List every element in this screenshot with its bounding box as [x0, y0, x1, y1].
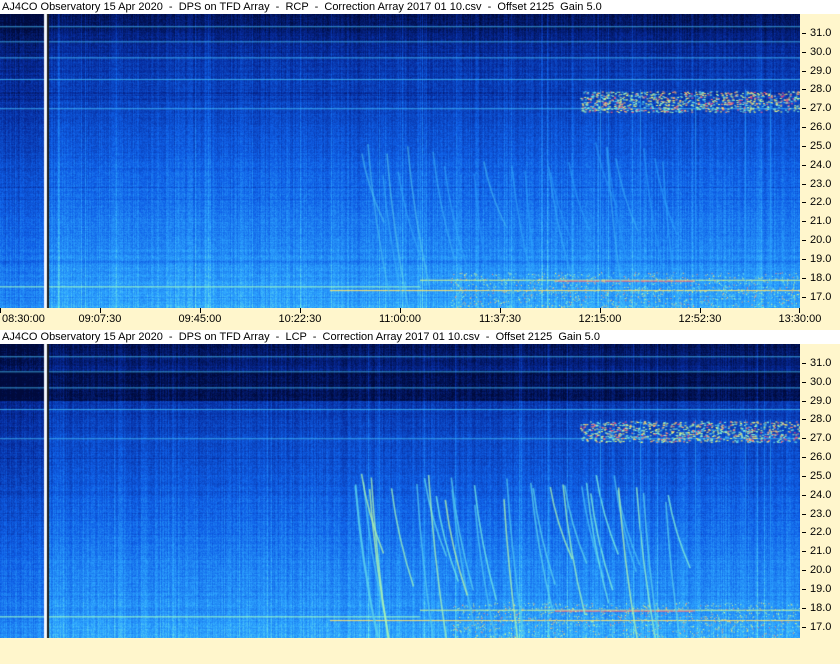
y-tick-label: 26.0: [810, 451, 832, 464]
x-tick: [0, 308, 1, 313]
y-tick: [802, 551, 806, 553]
y-tick-label: 29.0: [810, 394, 832, 407]
y-tick: [802, 127, 806, 129]
rcp-time-axis: 08:30:00 09:07:30 09:45:00 10:22:30 11:00:00…: [0, 308, 840, 330]
y-tick-label: 22.0: [810, 526, 832, 539]
x-tick-label: 11:37:30: [479, 313, 522, 325]
y-tick-label: 31.0: [810, 26, 832, 39]
y-tick-label: 25.0: [810, 139, 832, 152]
y-tick: [802, 108, 806, 110]
lcp-panel: AJ4CO Observatory 15 Apr 2020 - DPS on T…: [0, 330, 840, 664]
y-tick: [802, 626, 806, 628]
y-tick: [802, 32, 806, 34]
y-tick: [802, 70, 806, 72]
y-tick: [802, 221, 806, 223]
y-tick-label: 27.0: [810, 102, 832, 115]
x-tick-label: 08:30:00: [2, 313, 45, 325]
x-tick-label: 09:07:30: [78, 313, 122, 325]
y-tick: [802, 419, 806, 421]
y-tick-label: 20.0: [810, 564, 832, 577]
y-tick-label: 19.0: [810, 253, 832, 265]
y-tick: [802, 400, 806, 402]
x-tick-label: 10:22:30: [278, 313, 322, 325]
y-tick-label: 23.0: [810, 177, 832, 190]
lcp-frequency-axis: 31.0 30.0 29.0 28.0 27.0 26.0 25.0 24.0 23.0 22.0…: [800, 344, 840, 638]
y-tick: [802, 607, 806, 609]
y-tick-label: 22.0: [810, 196, 832, 209]
y-tick: [802, 240, 806, 242]
lcp-spectrogram: [0, 344, 800, 638]
y-tick: [802, 381, 806, 383]
y-tick: [802, 164, 806, 166]
y-tick-label: 30.0: [810, 375, 832, 388]
y-tick: [802, 183, 806, 185]
y-tick-label: 29.0: [810, 64, 832, 77]
y-tick-label: 21.0: [810, 545, 832, 558]
y-tick: [802, 362, 806, 364]
rcp-spectrogram: [0, 14, 800, 308]
rcp-panel: AJ4CO Observatory 15 Apr 2020 - DPS on T…: [0, 0, 840, 330]
y-tick-label: 25.0: [810, 469, 832, 482]
y-tick: [802, 438, 806, 440]
y-tick: [802, 202, 806, 204]
y-tick: [802, 570, 806, 572]
y-tick-label: 27.0: [810, 432, 832, 445]
y-tick-label: 24.0: [810, 488, 832, 501]
y-tick-label: 17.0: [810, 290, 832, 303]
y-tick: [802, 475, 806, 477]
y-tick-label: 30.0: [810, 45, 832, 58]
x-tick-label: 12:15:00: [578, 313, 622, 325]
y-tick-label: 17.0: [810, 620, 832, 633]
y-tick-label: 18.0: [810, 271, 832, 284]
y-tick-label: 23.0: [810, 507, 832, 520]
rcp-frequency-axis: 31.0 30.0 29.0 28.0 27.0 26.0 25.0 24.0 23.0 22.0…: [800, 14, 840, 308]
y-tick-label: 21.0: [810, 215, 832, 228]
y-tick-label: 26.0: [810, 121, 832, 134]
y-tick: [802, 513, 806, 515]
y-tick-label: 28.0: [810, 83, 832, 96]
y-tick: [802, 457, 806, 459]
y-tick: [802, 589, 806, 590]
rcp-title: AJ4CO Observatory 15 Apr 2020 - DPS on T…: [0, 0, 840, 14]
y-tick: [802, 145, 806, 147]
y-tick: [802, 277, 806, 279]
x-tick-label: 13:30:00: [778, 313, 822, 325]
x-tick-label: 09:45:00: [178, 313, 222, 325]
lcp-time-axis: [0, 638, 840, 664]
y-tick: [802, 296, 806, 298]
y-tick: [802, 532, 806, 534]
y-tick-label: 31.0: [810, 356, 832, 369]
y-tick: [802, 51, 806, 53]
x-tick-label: 11:00:00: [379, 313, 422, 325]
x-tick-label: 12:52:30: [678, 313, 722, 325]
y-tick-label: 19.0: [810, 583, 832, 595]
y-tick-label: 28.0: [810, 413, 832, 426]
y-tick-label: 24.0: [810, 158, 832, 171]
y-tick: [802, 259, 806, 260]
lcp-title: AJ4CO Observatory 15 Apr 2020 - DPS on T…: [0, 330, 840, 344]
y-tick-label: 20.0: [810, 234, 832, 247]
y-tick: [802, 89, 806, 91]
y-tick-label: 18.0: [810, 601, 832, 614]
y-tick: [802, 494, 806, 496]
